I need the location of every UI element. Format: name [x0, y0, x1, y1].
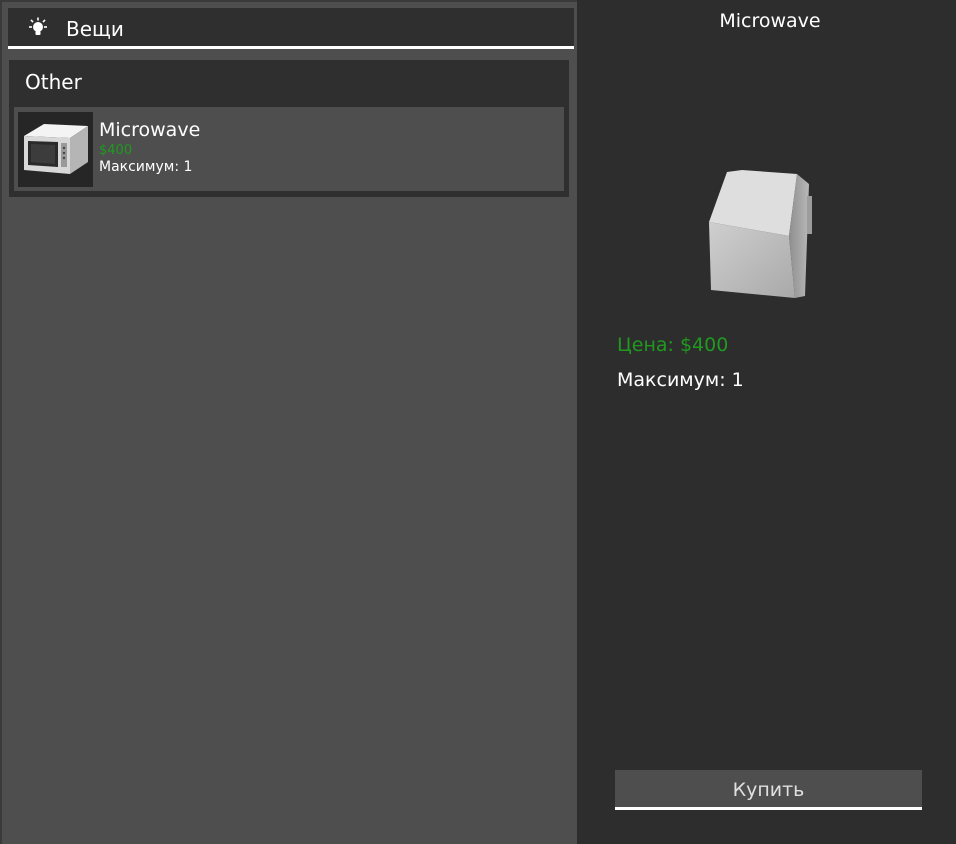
buy-button[interactable]: Купить [615, 770, 922, 807]
detail-max-count: Максимум: 1 [617, 369, 744, 391]
category-other: Other Microwave $400 Максимум: 1 [9, 60, 569, 197]
lightbulb-icon [29, 17, 47, 35]
tab-active-indicator [8, 46, 574, 49]
item-detail-panel: Microwave Цена: $400 Максимум: 1 Купить [577, 0, 956, 844]
detail-title: Microwave [719, 10, 821, 32]
item-list-panel: Вещи Other Microwave $400 Максимум: 1 [0, 0, 577, 844]
microwave-icon [18, 112, 93, 187]
detail-price: Цена: $400 [617, 334, 729, 356]
buy-button-underline [615, 807, 922, 810]
buy-button-label: Купить [732, 779, 805, 801]
item-max-count: Максимум: 1 [99, 159, 193, 175]
item-price: $400 [99, 143, 133, 158]
microwave-model-icon [709, 170, 812, 298]
shop-window: Вещи Other Microwave $400 Максимум: 1 Mi… [0, 0, 956, 844]
item-name: Microwave [99, 119, 201, 141]
category-title: Other [25, 70, 82, 94]
list-item[interactable]: Microwave $400 Максимум: 1 [14, 107, 564, 191]
tab-title: Вещи [66, 17, 124, 41]
